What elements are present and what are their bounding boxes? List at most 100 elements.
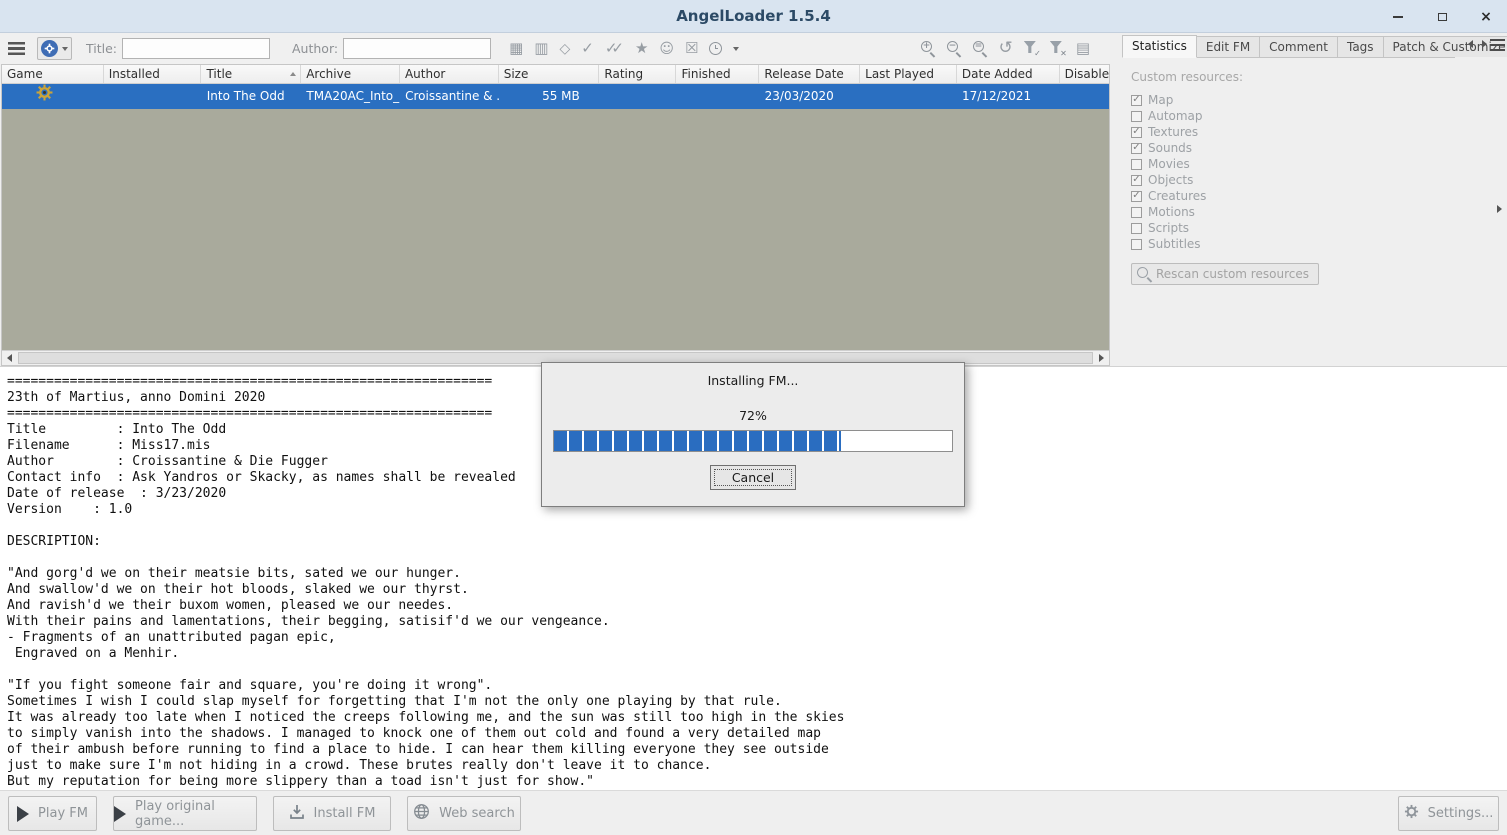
- cell-last-played: [860, 84, 957, 109]
- resource-item-textures[interactable]: Textures: [1131, 124, 1487, 140]
- checkbox-icon[interactable]: [1131, 94, 1142, 106]
- checkbox-icon[interactable]: [1131, 142, 1142, 154]
- column-header-author[interactable]: Author: [400, 65, 499, 83]
- tab-comment[interactable]: Comment: [1259, 36, 1338, 57]
- window-title: AngelLoader 1.5.4: [676, 7, 831, 25]
- tags-filter-icon[interactable]: [559, 41, 570, 56]
- statistics-tab-content: Custom resources: Map Automap Textures S…: [1131, 70, 1487, 285]
- maximize-button[interactable]: [1431, 7, 1453, 27]
- column-header-release-date[interactable]: Release Date: [759, 65, 861, 83]
- main-toolbar: Title: Author: + − = ✓ ✕: [0, 33, 1110, 64]
- rescan-button-label: Rescan custom resources: [1156, 267, 1309, 281]
- checkbox-icon[interactable]: [1131, 238, 1142, 250]
- panel-menu-icon[interactable]: [1490, 39, 1505, 51]
- sort-ascending-icon: [290, 72, 297, 76]
- collapse-right-icon: [1496, 205, 1502, 213]
- tab-tags[interactable]: Tags: [1336, 36, 1384, 57]
- column-header-archive[interactable]: Archive: [301, 65, 400, 83]
- checkbox-icon[interactable]: [1131, 126, 1142, 138]
- play-fm-button[interactable]: Play FM: [8, 796, 97, 831]
- resource-item-motions[interactable]: Motions: [1131, 204, 1487, 220]
- tab-scroll-right-icon[interactable]: [1482, 40, 1487, 48]
- release-date-filter-icon[interactable]: [509, 41, 523, 56]
- author-filter-input[interactable]: [343, 38, 492, 59]
- title-filter-input[interactable]: [122, 38, 270, 59]
- column-header-size[interactable]: Size: [499, 65, 600, 83]
- column-header-disabled[interactable]: Disable: [1060, 65, 1109, 83]
- close-button[interactable]: ×: [1475, 7, 1497, 27]
- cell-installed: [104, 84, 202, 109]
- layout-menu-icon[interactable]: [1076, 41, 1090, 56]
- unavailable-filter-icon[interactable]: [685, 41, 698, 56]
- rescan-custom-resources-button[interactable]: Rescan custom resources: [1131, 263, 1319, 285]
- column-header-installed[interactable]: Installed: [104, 65, 202, 83]
- tab-statistics[interactable]: Statistics: [1122, 35, 1197, 58]
- install-fm-button[interactable]: Install FM: [273, 796, 391, 831]
- dialog-title: Installing FM...: [707, 373, 799, 388]
- settings-button[interactable]: Settings...: [1398, 796, 1499, 831]
- cancel-button[interactable]: Cancel: [710, 465, 796, 490]
- play-fm-label: Play FM: [38, 806, 88, 821]
- recently-added-filter-icon[interactable]: [709, 42, 723, 55]
- unsupported-filter-icon[interactable]: [659, 41, 674, 56]
- web-search-button[interactable]: Web search: [407, 796, 521, 831]
- cell-title: Into The Odd: [206, 89, 285, 103]
- tab-patch-customize[interactable]: Patch & Customize: [1382, 36, 1507, 57]
- column-header-game[interactable]: Game: [2, 65, 104, 83]
- scroll-left-icon[interactable]: [2, 351, 17, 365]
- game-filter-button[interactable]: [37, 37, 72, 60]
- column-header-title[interactable]: Title: [201, 65, 302, 83]
- resource-item-automap[interactable]: Automap: [1131, 108, 1487, 124]
- install-fm-label: Install FM: [313, 806, 376, 821]
- view-tools-group: + − = ✓ ✕: [920, 40, 1090, 58]
- tab-edit-fm[interactable]: Edit FM: [1195, 36, 1261, 57]
- resource-item-sounds[interactable]: Sounds: [1131, 140, 1487, 156]
- resource-label: Motions: [1148, 205, 1195, 219]
- zoom-out-icon[interactable]: −: [946, 41, 962, 56]
- chevron-down-icon: [62, 46, 68, 51]
- resource-label: Creatures: [1148, 189, 1207, 203]
- column-header-title-label: Title: [206, 67, 233, 81]
- column-header-finished[interactable]: Finished: [676, 65, 760, 83]
- progress-percent: 72%: [739, 408, 767, 423]
- checkbox-icon[interactable]: [1131, 110, 1142, 122]
- scroll-right-icon[interactable]: [1094, 351, 1109, 365]
- chevron-down-icon[interactable]: [733, 46, 740, 51]
- checkbox-icon[interactable]: [1131, 206, 1142, 218]
- column-header-last-played[interactable]: Last Played: [860, 65, 957, 83]
- resource-item-movies[interactable]: Movies: [1131, 156, 1487, 172]
- set-filters-icon[interactable]: ✓: [1023, 41, 1041, 58]
- checkbox-icon[interactable]: [1131, 190, 1142, 202]
- main-menu-icon[interactable]: [8, 42, 25, 55]
- zoom-in-icon[interactable]: +: [920, 41, 936, 56]
- column-header-rating[interactable]: Rating: [599, 65, 677, 83]
- refresh-list-icon[interactable]: [999, 40, 1013, 57]
- tab-scroll-buttons: [1468, 40, 1487, 48]
- cell-size: 55 MB: [542, 89, 580, 103]
- search-icon: [1137, 266, 1152, 282]
- tab-scroll-left-icon[interactable]: [1468, 40, 1473, 48]
- resource-item-map[interactable]: Map: [1131, 92, 1487, 108]
- rating-filter-icon[interactable]: [635, 41, 648, 56]
- resource-label: Movies: [1148, 157, 1190, 171]
- checkbox-icon[interactable]: [1131, 222, 1142, 234]
- zoom-reset-icon[interactable]: =: [972, 41, 988, 56]
- finished-filter-icon[interactable]: [581, 41, 594, 56]
- column-header-date-added[interactable]: Date Added: [957, 65, 1060, 83]
- resource-label: Sounds: [1148, 141, 1193, 155]
- minimize-button[interactable]: [1387, 7, 1409, 27]
- play-original-label: Play original game...: [135, 798, 215, 829]
- collapse-panel-button[interactable]: [1492, 198, 1506, 220]
- resource-item-subtitles[interactable]: Subtitles: [1131, 236, 1487, 252]
- checkbox-icon[interactable]: [1131, 174, 1142, 186]
- cell-author: Croissantine & ...: [405, 89, 499, 103]
- resource-item-scripts[interactable]: Scripts: [1131, 220, 1487, 236]
- play-original-game-button[interactable]: Play original game...: [113, 796, 257, 831]
- table-row-selected[interactable]: Into The Odd TMA20AC_Into_... Croissanti…: [2, 84, 1109, 109]
- resource-item-creatures[interactable]: Creatures: [1131, 188, 1487, 204]
- resource-item-objects[interactable]: Objects: [1131, 172, 1487, 188]
- unfinished-filter-icon[interactable]: [605, 41, 624, 56]
- clear-filters-icon[interactable]: ✕: [1049, 41, 1067, 58]
- checkbox-icon[interactable]: [1131, 158, 1142, 170]
- last-played-filter-icon[interactable]: [534, 41, 548, 56]
